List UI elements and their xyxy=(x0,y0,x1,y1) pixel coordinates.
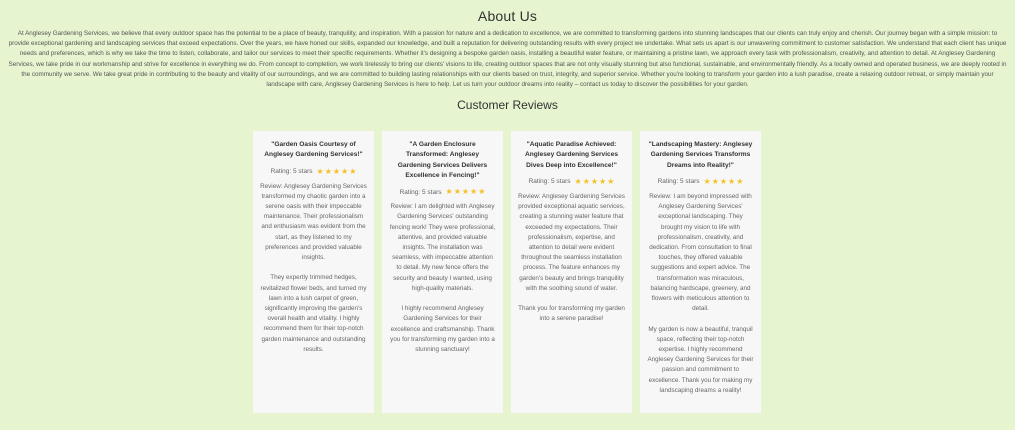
review-text: Review: I am beyond impressed with Angle… xyxy=(647,192,754,394)
rating-label: Rating: 5 stars xyxy=(657,178,700,186)
rating-label: Rating: 5 stars xyxy=(399,188,442,196)
review-title: "Garden Oasis Courtesy of Anglesey Garde… xyxy=(264,141,363,159)
star-icon: ★ xyxy=(728,176,736,186)
star-icon: ★ xyxy=(719,176,728,186)
about-title: About Us xyxy=(477,8,538,24)
reviews-title: Customer Reviews xyxy=(457,98,558,113)
rating: Rating: 5 stars ★ ★ ★ ★ ★ xyxy=(647,176,754,186)
star-icon: ★ xyxy=(470,187,478,197)
star-icon: ★ xyxy=(478,187,486,197)
star-icon: ★ xyxy=(324,166,332,176)
review-card-3: "Aquatic Paradise Achieved: Anglesey Gar… xyxy=(511,131,632,413)
star-icon: ★ xyxy=(703,176,711,186)
review-card-1: "Garden Oasis Courtesy of Anglesey Garde… xyxy=(253,131,374,413)
review-title: "A Garden Enclosure Transformed: Anglese… xyxy=(397,141,488,179)
review-title: "Landscaping Mastery: Anglesey Gardening… xyxy=(648,141,753,169)
review-text: Review: Anglesey Gardening Services prov… xyxy=(518,192,625,323)
review-text: Review: Anglesey Gardening Services tran… xyxy=(260,182,367,353)
star-icon: ★ xyxy=(599,176,607,186)
rating: Rating: 5 stars ★ ★ ★ ★ ★ xyxy=(389,188,496,196)
star-icon: ★ xyxy=(349,166,357,176)
star-rating: ★ ★ ★ ★ ★ xyxy=(574,176,615,186)
star-icon: ★ xyxy=(574,176,582,186)
star-icon: ★ xyxy=(711,176,719,186)
review-text: Review: I am delighted with Anglesey Gar… xyxy=(389,203,496,354)
rating-label: Rating: 5 stars xyxy=(528,178,571,186)
star-icon: ★ xyxy=(736,176,744,186)
star-icon: ★ xyxy=(461,187,470,197)
review-cards: "Garden Oasis Courtesy of Anglesey Garde… xyxy=(253,131,761,413)
rating-label: Rating: 5 stars xyxy=(270,168,313,176)
about-section: About Us At Anglesey Gardening Services,… xyxy=(0,0,1015,112)
rating: Rating: 5 stars ★ ★ ★ ★ ★ xyxy=(260,166,367,176)
review-title: "Aquatic Paradise Achieved: Anglesey Gar… xyxy=(524,141,619,169)
star-icon: ★ xyxy=(453,187,461,197)
star-icon: ★ xyxy=(590,176,599,186)
star-icon: ★ xyxy=(607,176,615,186)
star-icon: ★ xyxy=(332,166,341,176)
rating: Rating: 5 stars ★ ★ ★ ★ ★ xyxy=(518,176,625,186)
star-icon: ★ xyxy=(582,176,590,186)
about-body: At Anglesey Gardening Services, we belie… xyxy=(8,30,1007,89)
review-card-4: "Landscaping Mastery: Anglesey Gardening… xyxy=(640,131,761,413)
star-rating: ★ ★ ★ ★ ★ xyxy=(703,176,744,186)
star-icon: ★ xyxy=(341,166,349,176)
star-rating: ★ ★ ★ ★ ★ xyxy=(446,188,486,196)
review-card-2: "A Garden Enclosure Transformed: Anglese… xyxy=(382,131,503,413)
star-icon: ★ xyxy=(445,187,453,197)
star-icon: ★ xyxy=(316,166,324,176)
star-rating: ★ ★ ★ ★ ★ xyxy=(316,166,357,176)
